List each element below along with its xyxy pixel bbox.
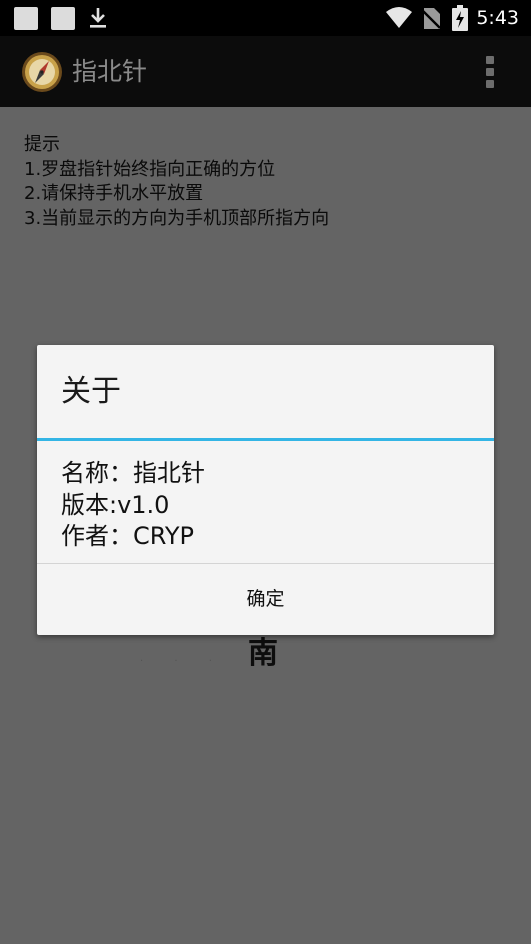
wifi-icon: [386, 7, 412, 28]
dialog-message: 名称：指北针 版本:v1.0 作者：CRYP: [61, 458, 205, 553]
dialog-title: 关于: [61, 374, 121, 409]
ok-button[interactable]: 确定: [37, 564, 494, 635]
status-time: 5:43: [476, 7, 519, 29]
compass-direction-label: 南: [248, 636, 278, 671]
download-icon: [90, 8, 106, 28]
app-name-line: 名称：指北针: [61, 459, 205, 487]
tip-line: 2.请保持手机水平放置: [24, 183, 204, 204]
screen: 5:43 指北针 提示 1.罗盘指针始终指向正确的方位 2.请保持手机水平放置 …: [0, 0, 531, 944]
author-line: 作者：CRYP: [61, 522, 195, 550]
action-bar: 指北针: [0, 36, 531, 107]
tips-heading: 提示: [24, 134, 60, 155]
compass-icon: [22, 52, 62, 92]
tip-line: 1.罗盘指针始终指向正确的方位: [24, 158, 276, 180]
notification-square-icon: [51, 7, 75, 30]
battery-charging-icon: [452, 5, 468, 31]
overflow-menu-icon[interactable]: [478, 54, 502, 90]
status-bar: 5:43: [0, 0, 531, 36]
tips-block: 提示 1.罗盘指针始终指向正确的方位 2.请保持手机水平放置 3.当前显示的方向…: [24, 133, 329, 231]
notification-square-icon: [14, 7, 38, 30]
no-sim-icon: [421, 8, 441, 29]
tip-line: 3.当前显示的方向为手机顶部所指方向: [24, 207, 330, 229]
dialog-title-divider: [37, 438, 494, 441]
about-dialog: 关于 名称：指北针 版本:v1.0 作者：CRYP 确定: [37, 345, 494, 635]
app-title: 指北针: [72, 57, 148, 86]
version-line: 版本:v1.0: [61, 490, 170, 519]
compass-tick-marks: · · ·: [140, 656, 226, 667]
